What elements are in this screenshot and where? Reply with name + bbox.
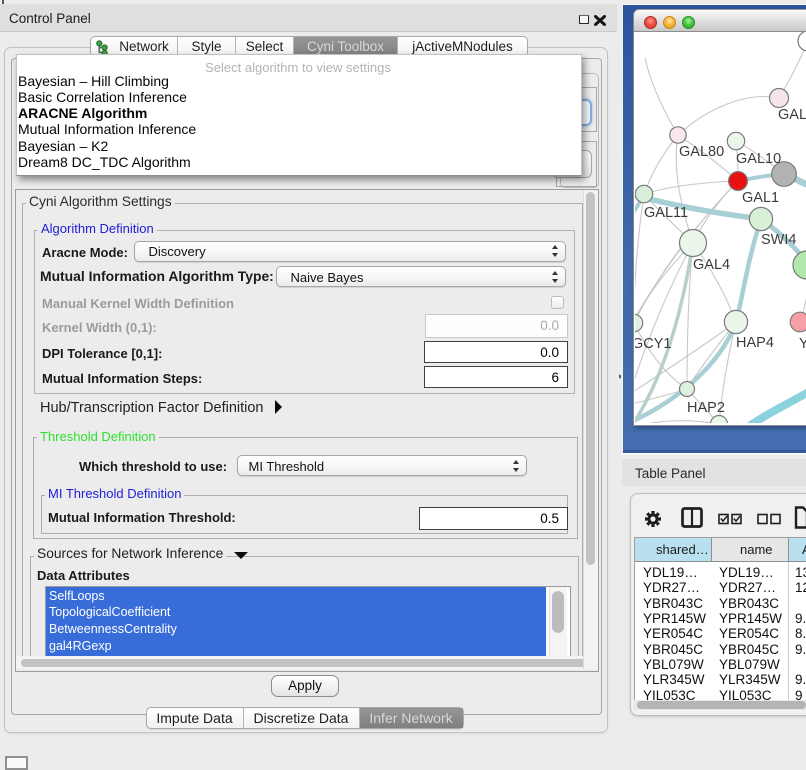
svg-text:SWI4: SWI4 bbox=[761, 232, 796, 248]
svg-text:GAL4: GAL4 bbox=[693, 257, 730, 273]
svg-text:GAL80: GAL80 bbox=[679, 144, 724, 160]
svg-text:GAL11: GAL11 bbox=[644, 205, 688, 221]
svg-text:GAL1: GAL1 bbox=[742, 190, 779, 206]
svg-text:GAL7: GAL7 bbox=[778, 107, 806, 123]
svg-text:YM: YM bbox=[799, 336, 806, 352]
svg-text:GAL10: GAL10 bbox=[736, 151, 781, 167]
svg-text:HAP4: HAP4 bbox=[736, 335, 774, 351]
svg-text:HAP2: HAP2 bbox=[687, 400, 725, 416]
svg-text:GCY1: GCY1 bbox=[635, 336, 672, 352]
